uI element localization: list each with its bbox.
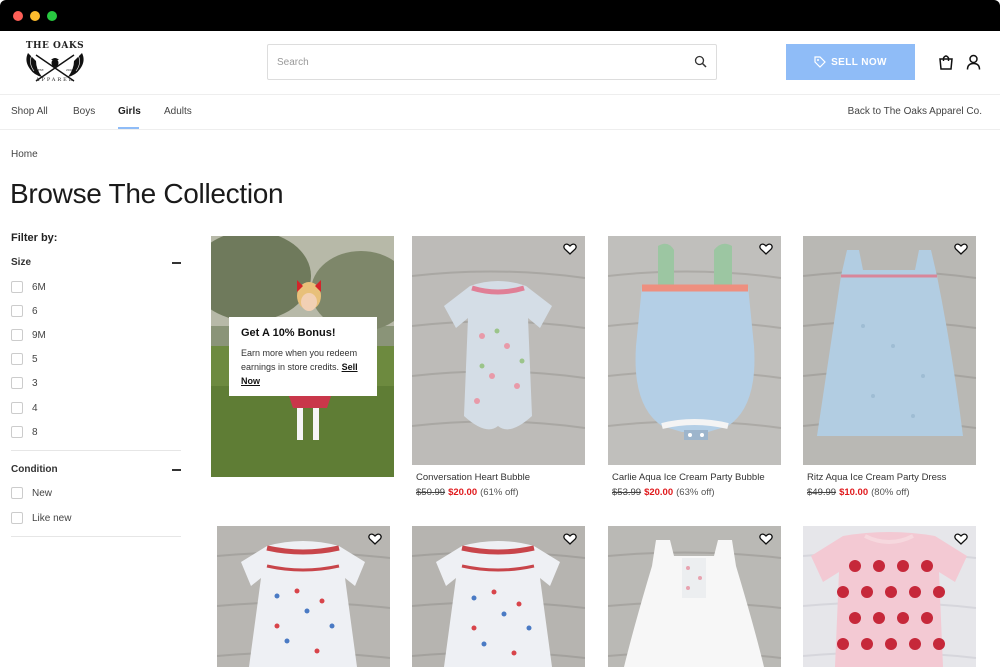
- sell-now-label: SELL NOW: [831, 56, 887, 68]
- shopping-bag-icon[interactable]: [938, 54, 954, 70]
- favorite-heart-icon[interactable]: [954, 242, 968, 256]
- option-label: 6: [32, 305, 38, 317]
- size-filter-toggle[interactable]: Size: [11, 257, 181, 268]
- favorite-heart-icon[interactable]: [759, 242, 773, 256]
- sale-price: $10.00: [839, 487, 869, 498]
- breadcrumb[interactable]: Home: [11, 149, 38, 160]
- filter-divider: [11, 536, 181, 537]
- product-image[interactable]: [803, 236, 976, 465]
- condition-filter-toggle[interactable]: Condition: [11, 464, 181, 475]
- promo-title: Get A 10% Bonus!: [241, 327, 336, 339]
- search-icon[interactable]: [694, 55, 708, 69]
- page-title: Browse The Collection: [10, 178, 284, 209]
- product-name[interactable]: Conversation Heart Bubble: [416, 472, 530, 483]
- checkbox[interactable]: [11, 512, 23, 524]
- favorite-heart-icon[interactable]: [368, 532, 382, 546]
- original-price: $49.99: [807, 487, 837, 498]
- sale-price: $20.00: [448, 487, 478, 498]
- filter-divider: [11, 450, 181, 451]
- original-price: $50.99: [416, 487, 446, 498]
- tag-icon: [814, 56, 826, 68]
- nav-item-girls[interactable]: Girls: [118, 106, 141, 117]
- sell-now-button[interactable]: SELL NOW: [786, 44, 915, 80]
- size-filter-label: Size: [11, 257, 32, 268]
- option-label: 4: [32, 402, 38, 414]
- active-nav-indicator: [118, 127, 139, 129]
- sale-price: $20.00: [644, 487, 674, 498]
- product-name[interactable]: Carlie Aqua Ice Cream Party Bubble: [612, 472, 765, 483]
- site-header: EST. 2001 THE OAKS APPAREL SELL NOW: [0, 31, 1000, 95]
- product-image[interactable]: [412, 526, 585, 667]
- option-label: New: [32, 487, 53, 499]
- minimize-window-button[interactable]: [30, 11, 40, 21]
- checkbox[interactable]: [11, 305, 23, 317]
- window-titlebar: [0, 0, 1000, 31]
- svg-text:2001: 2001: [66, 68, 74, 72]
- promo-banner[interactable]: Get A 10% Bonus! Earn more when you rede…: [211, 236, 394, 477]
- favorite-heart-icon[interactable]: [563, 532, 577, 546]
- discount-percent: (80% off): [871, 487, 910, 498]
- discount-percent: (61% off): [480, 487, 519, 498]
- checkbox[interactable]: [11, 402, 23, 414]
- option-label: 8: [32, 426, 38, 438]
- option-label: Like new: [32, 512, 72, 524]
- filter-heading: Filter by:: [11, 232, 58, 244]
- search-input[interactable]: [268, 45, 688, 79]
- promo-body: Earn more when you redeem earnings in st…: [241, 346, 365, 388]
- product-image[interactable]: [608, 526, 781, 667]
- size-option-4[interactable]: 4: [11, 402, 38, 414]
- search-bar: [267, 44, 717, 80]
- close-window-button[interactable]: [13, 11, 23, 21]
- condition-option-new[interactable]: New: [11, 487, 52, 499]
- size-option-9m[interactable]: 9M: [11, 329, 46, 341]
- checkbox[interactable]: [11, 426, 23, 438]
- product-image[interactable]: [217, 526, 390, 667]
- product-name[interactable]: Ritz Aqua Ice Cream Party Dress: [807, 472, 946, 483]
- favorite-heart-icon[interactable]: [759, 532, 773, 546]
- product-image[interactable]: [803, 526, 976, 667]
- brand-logo[interactable]: EST. 2001 THE OAKS APPAREL: [22, 39, 88, 89]
- discount-percent: (63% off): [676, 487, 715, 498]
- product-image[interactable]: [608, 236, 781, 465]
- product-price: $49.99 $10.00 (80% off): [807, 487, 910, 498]
- back-to-store-link[interactable]: Back to The Oaks Apparel Co.: [848, 106, 982, 117]
- collapse-icon: [172, 262, 181, 264]
- size-option-8[interactable]: 8: [11, 426, 38, 438]
- promo-card: Get A 10% Bonus! Earn more when you rede…: [229, 317, 377, 396]
- favorite-heart-icon[interactable]: [954, 532, 968, 546]
- nav-item-boys[interactable]: Boys: [73, 106, 95, 117]
- checkbox[interactable]: [11, 377, 23, 389]
- logo-bottom-text: APPAREL: [35, 77, 75, 83]
- nav-item-shop-all[interactable]: Shop All: [11, 106, 48, 117]
- checkbox[interactable]: [11, 353, 23, 365]
- category-nav: Shop All Boys Girls Adults Back to The O…: [0, 95, 1000, 130]
- favorite-heart-icon[interactable]: [563, 242, 577, 256]
- size-option-5[interactable]: 5: [11, 353, 38, 365]
- svg-text:EST.: EST.: [38, 68, 44, 72]
- product-price: $53.99 $20.00 (63% off): [612, 487, 715, 498]
- option-label: 6M: [32, 281, 46, 293]
- product-price: $50.99 $20.00 (61% off): [416, 487, 519, 498]
- size-option-6[interactable]: 6: [11, 305, 38, 317]
- collapse-icon: [172, 469, 181, 471]
- original-price: $53.99: [612, 487, 642, 498]
- logo-top-text: THE OAKS: [25, 41, 85, 51]
- option-label: 5: [32, 353, 38, 365]
- option-label: 9M: [32, 329, 46, 341]
- option-label: 3: [32, 377, 38, 389]
- condition-option-like-new[interactable]: Like new: [11, 512, 71, 524]
- checkbox[interactable]: [11, 487, 23, 499]
- size-option-6m[interactable]: 6M: [11, 281, 46, 293]
- condition-filter-label: Condition: [11, 464, 58, 475]
- checkbox[interactable]: [11, 329, 23, 341]
- promo-text: Earn more when you redeem earnings in st…: [241, 348, 358, 372]
- size-option-3[interactable]: 3: [11, 377, 38, 389]
- user-account-icon[interactable]: [966, 54, 981, 70]
- maximize-window-button[interactable]: [47, 11, 57, 21]
- nav-item-adults[interactable]: Adults: [164, 106, 192, 117]
- checkbox[interactable]: [11, 281, 23, 293]
- product-image[interactable]: [412, 236, 585, 465]
